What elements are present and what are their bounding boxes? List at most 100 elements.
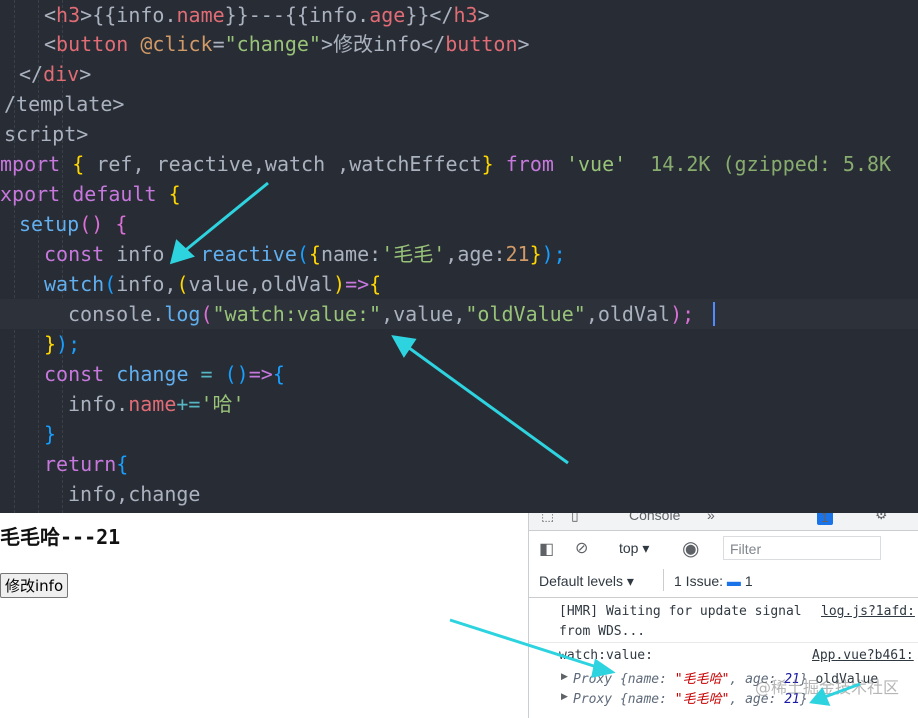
inspect-icon[interactable]: ⬚ [541, 513, 554, 524]
browser-preview: 毛毛哈---21 修改info [0, 513, 528, 718]
code-token: += [176, 392, 201, 416]
code-token: div [43, 62, 80, 86]
hmr-message-cont: from WDS... [559, 624, 646, 639]
filter-input[interactable]: Filter [723, 536, 881, 560]
code-token: info, [116, 272, 177, 296]
code-token: 14.2K (gzipped: 5.8K [626, 152, 892, 176]
more-tabs-icon[interactable]: » [707, 513, 715, 523]
code-token: log [164, 302, 201, 326]
code-token: = [188, 362, 225, 386]
code-token: change [116, 362, 189, 386]
code-token: </ [429, 3, 454, 27]
code-token: { [272, 362, 285, 386]
code-token: return [44, 452, 117, 476]
code-token: > [80, 3, 93, 27]
code-token: } [481, 152, 494, 176]
code-token: ,value, [381, 302, 466, 326]
code-token: 21 [505, 242, 530, 266]
code-token: ); [670, 302, 695, 326]
code-token: info [116, 3, 165, 27]
code-line: script> [4, 119, 88, 149]
code-line: watch(info,(value,oldVal)=>{ [44, 269, 381, 299]
devtools-panel: ⬚ ▯ Console » 1 ⚙ ◧ ⊘ top ▾ ◉ Filter Def… [528, 513, 918, 718]
code-token: () [79, 212, 116, 236]
proxy-name-key: {name: [619, 692, 667, 707]
text-cursor [713, 302, 715, 326]
code-token: 'vue' [565, 152, 627, 176]
tab-console[interactable]: Console [629, 513, 680, 523]
code-line: return{ [44, 449, 128, 479]
code-token: ( [104, 272, 117, 296]
code-token: name [176, 3, 225, 27]
code-line: }); [44, 329, 80, 359]
watermark: @稀土掘金技术社区 [754, 678, 899, 697]
code-line-current: console.log("watch:value:",value,"oldVal… [0, 299, 918, 329]
proxy-name-value: "毛毛哈" [674, 692, 730, 707]
code-token: { [369, 272, 382, 296]
code-token: const [44, 362, 117, 386]
hmr-message: [HMR] Waiting for update signal [559, 604, 802, 619]
app-vue-source-link[interactable]: App.vue?b461: [812, 648, 914, 663]
code-token: . [357, 3, 370, 27]
code-token: const [44, 242, 117, 266]
log-levels-dropdown[interactable]: Default levels ▾ [539, 573, 634, 590]
code-token: { [308, 242, 321, 266]
proxy-name-key: {name: [619, 672, 667, 687]
code-token: </ [19, 62, 44, 86]
code-token: age [369, 3, 406, 27]
clear-console-icon[interactable]: ⊘ [575, 538, 588, 558]
toolbar-divider [663, 569, 664, 591]
console-toolbar-levels: Default levels ▾ 1 Issue: ▬ 1 [529, 567, 918, 598]
hmr-source-link[interactable]: log.js?1afd: [821, 604, 915, 619]
code-token: '哈' [200, 392, 245, 416]
issues-button[interactable]: 1 Issue: ▬ 1 [674, 573, 753, 589]
code-line: <h3>{{info.name}}---{{info.age}}</h3> [44, 0, 490, 30]
expand-triangle-icon[interactable]: ▶ [561, 671, 568, 682]
issue-icon: ▬ [726, 573, 741, 589]
code-token: ref, reactive,watch ,watchEffect [96, 152, 482, 176]
code-editor[interactable]: <h3>{{info.name}}---{{info.age}}</h3> <b… [0, 0, 918, 513]
code-token: "oldValue" [465, 302, 586, 326]
code-token: info [68, 392, 117, 416]
code-token: reactive [200, 242, 297, 266]
code-token: console [68, 302, 153, 326]
code-token: info [308, 3, 358, 27]
proxy-prefix: Proxy [573, 672, 613, 687]
sidebar-toggle-icon[interactable]: ◧ [539, 539, 554, 559]
code-token: < [44, 3, 57, 27]
code-token: . [152, 302, 165, 326]
expand-triangle-icon[interactable]: ▶ [561, 691, 568, 702]
code-token: "watch:value:" [212, 302, 382, 326]
code-token: name: [320, 242, 382, 266]
code-line: mport { ref, reactive,watch ,watchEffect… [0, 149, 891, 179]
code-token: => [345, 272, 370, 296]
code-token: ); [56, 332, 81, 356]
code-token: }} [405, 3, 430, 27]
proxy-name-value: "毛毛哈" [674, 672, 730, 687]
code-token: ); [541, 242, 566, 266]
code-line: info,change [68, 479, 200, 509]
code-token: { [168, 182, 181, 206]
change-info-button[interactable]: 修改info [0, 573, 69, 598]
context-selector[interactable]: top ▾ [619, 540, 649, 557]
code-token: ,age: [445, 242, 506, 266]
device-toolbar-icon[interactable]: ▯ [571, 513, 579, 524]
code-line: setup() { [19, 209, 127, 239]
code-line: info.name+='哈' [68, 389, 245, 419]
code-token: ( [200, 302, 213, 326]
eye-icon[interactable]: ◉ [682, 536, 699, 561]
code-token: < [44, 32, 57, 56]
message-badge[interactable]: 1 [817, 513, 833, 525]
devtools-tab-bar: ⬚ ▯ Console » 1 ⚙ [529, 513, 918, 531]
proxy-prefix: Proxy [573, 692, 613, 707]
code-token: } [44, 332, 57, 356]
code-token: . [164, 3, 177, 27]
code-token: '毛毛' [381, 242, 446, 266]
settings-gear-icon[interactable]: ⚙ [875, 513, 888, 523]
indent-guide [14, 0, 16, 513]
code-token: } [44, 422, 57, 446]
issues-label: 1 Issue: [674, 573, 724, 589]
console-toolbar: ◧ ⊘ top ▾ ◉ Filter [529, 534, 918, 566]
code-line: } [44, 419, 56, 449]
